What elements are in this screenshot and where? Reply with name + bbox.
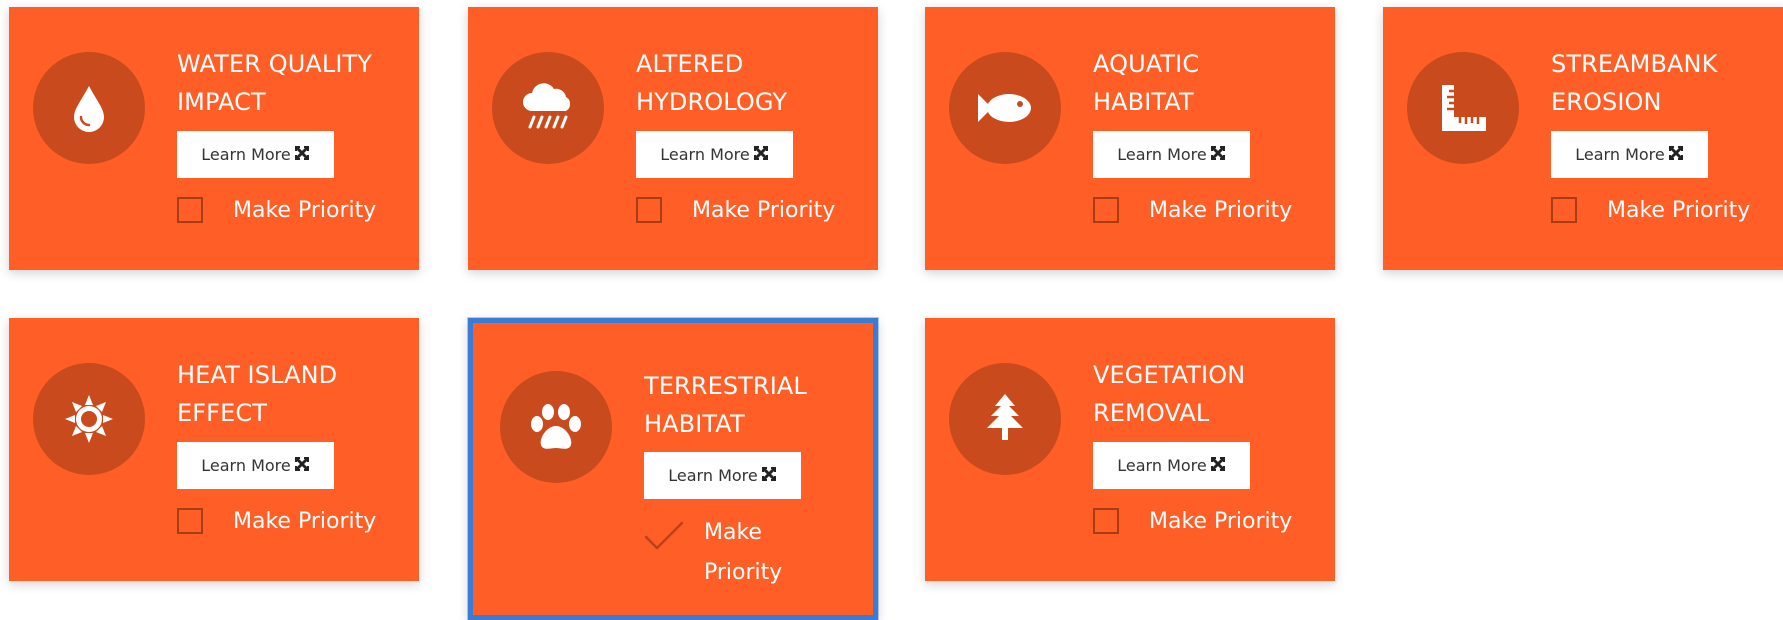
rain-cloud-icon — [523, 83, 571, 129]
learn-more-label: Learn More — [1117, 456, 1207, 475]
card-heat-island-effect[interactable]: HEAT ISLAND EFFECT Learn More Make Priori… — [9, 318, 419, 581]
paw-icon — [531, 404, 581, 449]
card-title: STREAMBANK EROSION — [1551, 50, 1718, 116]
make-priority-toggle[interactable]: Make Priority — [177, 197, 376, 223]
expand-icon — [294, 456, 310, 476]
priority-label: Make Priority — [1607, 197, 1751, 223]
card-aquatic-habitat[interactable]: AQUATIC HABITAT Learn More Make Priority — [925, 7, 1335, 270]
make-priority-toggle[interactable]: Make Priority — [636, 197, 835, 223]
priority-label: Make Priority — [1149, 508, 1293, 534]
tree-icon — [987, 394, 1023, 440]
card-title: HEAT ISLAND EFFECT — [177, 361, 338, 427]
priority-label: Make Priority — [1149, 197, 1293, 223]
icon-circle — [500, 371, 612, 483]
card-title: TERRESTRIAL HABITAT — [644, 372, 807, 438]
icon-circle — [949, 52, 1061, 164]
priority-checkbox[interactable] — [1093, 197, 1119, 223]
priority-label: Make Priority — [704, 520, 783, 585]
learn-more-button[interactable]: Learn More — [177, 131, 334, 178]
ruler-icon — [1442, 85, 1486, 131]
checkmark-icon[interactable] — [644, 521, 684, 551]
priority-label: Make Priority — [692, 197, 836, 223]
expand-icon — [761, 466, 777, 486]
make-priority-toggle[interactable]: Make Priority — [177, 508, 376, 534]
learn-more-label: Learn More — [1117, 145, 1207, 164]
priority-checkbox[interactable] — [636, 197, 662, 223]
priority-label: Make Priority — [233, 508, 377, 534]
priority-checkbox[interactable] — [177, 508, 203, 534]
learn-more-button[interactable]: Learn More — [644, 452, 801, 499]
learn-more-button[interactable]: Learn More — [177, 442, 334, 489]
fish-icon — [978, 94, 1031, 122]
learn-more-button[interactable]: Learn More — [1093, 442, 1250, 489]
card-title: ALTERED HYDROLOGY — [636, 50, 788, 116]
make-priority-toggle[interactable]: Make Priority — [644, 513, 794, 593]
expand-icon — [1668, 145, 1684, 165]
expand-icon — [1210, 456, 1226, 476]
expand-icon — [294, 145, 310, 165]
learn-more-button[interactable]: Learn More — [636, 131, 793, 178]
card-streambank-erosion[interactable]: STREAMBANK EROSION Learn More Make Priori… — [1383, 7, 1783, 270]
priority-checkbox[interactable] — [1551, 197, 1577, 223]
card-title: AQUATIC HABITAT — [1093, 50, 1200, 116]
priority-checkbox[interactable] — [177, 197, 203, 223]
water-drop-icon — [74, 86, 104, 132]
card-altered-hydrology[interactable]: ALTERED HYDROLOGY Learn More Make Priorit… — [468, 7, 878, 270]
sun-icon — [65, 395, 113, 443]
learn-more-button[interactable]: Learn More — [1093, 131, 1250, 178]
learn-more-label: Learn More — [201, 145, 291, 164]
learn-more-button[interactable]: Learn More — [1551, 131, 1708, 178]
make-priority-toggle[interactable]: Make Priority — [1551, 197, 1750, 223]
priority-checkbox[interactable] — [1093, 508, 1119, 534]
make-priority-toggle[interactable]: Make Priority — [1093, 508, 1292, 534]
card-title: VEGETATION REMOVAL — [1093, 361, 1246, 427]
expand-icon — [753, 145, 769, 165]
learn-more-label: Learn More — [1575, 145, 1665, 164]
card-water-quality-impact[interactable]: WATER QUALITY IMPACT Learn More Make Prio… — [9, 7, 419, 270]
learn-more-label: Learn More — [201, 456, 291, 475]
icon-circle — [949, 363, 1061, 475]
learn-more-label: Learn More — [668, 466, 758, 485]
icon-circle — [492, 52, 604, 164]
icon-circle — [33, 363, 145, 475]
make-priority-toggle[interactable]: Make Priority — [1093, 197, 1292, 223]
card-vegetation-removal[interactable]: VEGETATION REMOVAL Learn More Make Priori… — [925, 318, 1335, 581]
card-title: WATER QUALITY IMPACT — [177, 50, 373, 116]
priority-label: Make Priority — [233, 197, 377, 223]
icon-circle — [1407, 52, 1519, 164]
icon-circle — [33, 52, 145, 164]
card-terrestrial-habitat[interactable]: TERRESTRIAL HABITAT Learn More Make Prior… — [468, 318, 878, 620]
expand-icon — [1210, 145, 1226, 165]
learn-more-label: Learn More — [660, 145, 750, 164]
